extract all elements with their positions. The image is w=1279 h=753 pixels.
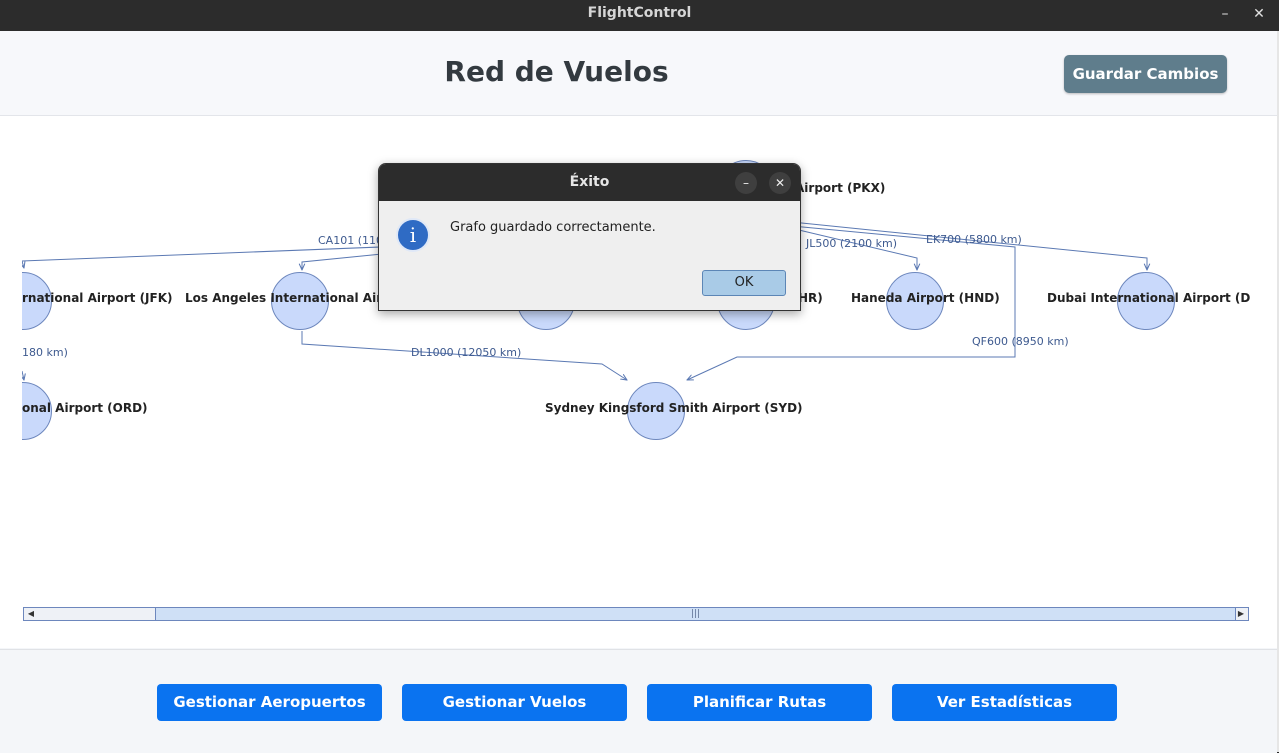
dialog-titlebar: Éxito – ✕ (379, 164, 800, 201)
node-label-lax: Los Angeles International Airport (185, 291, 411, 305)
scrollbar-thumb[interactable]: ||| (155, 608, 1236, 620)
horizontal-scrollbar[interactable]: ◀ ||| ▶ (23, 607, 1249, 621)
scroll-left-icon[interactable]: ◀ (24, 608, 38, 620)
scroll-right-icon[interactable]: ▶ (1234, 608, 1248, 620)
dialog-minimize-button[interactable]: – (735, 172, 757, 194)
edge-jfk-arrow (22, 260, 24, 268)
node-label-jfk: rnational Airport (JFK) (22, 291, 173, 305)
dialog-close-button[interactable]: ✕ (769, 172, 791, 194)
window-title: FlightControl (587, 5, 692, 21)
app-window: Red de Vuelos Guardar Cambios rnational … (0, 31, 1279, 753)
info-icon: i (396, 218, 430, 252)
edge-label-ek700: EK700 (5800 km) (926, 233, 1022, 246)
edge-label-ord: 180 km) (22, 346, 68, 359)
node-label-hnd: Haneda Airport (HND) (851, 291, 1000, 305)
manage-airports-button[interactable]: Gestionar Aeropuertos (157, 684, 382, 721)
header: Red de Vuelos Guardar Cambios (0, 31, 1277, 116)
node-label-syd: Sydney Kingsford Smith Airport (SYD) (545, 401, 803, 415)
save-changes-button[interactable]: Guardar Cambios (1064, 55, 1227, 93)
page-title: Red de Vuelos (444, 55, 669, 88)
ok-button[interactable]: OK (702, 270, 786, 296)
success-dialog: Éxito – ✕ i Grafo guardado correctamente… (378, 163, 801, 311)
view-statistics-button[interactable]: Ver Estadísticas (892, 684, 1117, 721)
edge-label-dl1000: DL1000 (12050 km) (411, 346, 522, 359)
minimize-button[interactable]: – (1215, 4, 1235, 24)
plan-routes-button[interactable]: Planificar Rutas (647, 684, 872, 721)
node-label-dxb: Dubai International Airport (DXB) (1047, 291, 1250, 305)
footer-toolbar: Gestionar Aeropuertos Gestionar Vuelos P… (0, 649, 1277, 753)
node-label-ord: onal Airport (ORD) (22, 401, 148, 415)
edge-label-qf600: QF600 (8950 km) (972, 335, 1069, 348)
close-button[interactable]: ✕ (1249, 4, 1269, 24)
edge-label-jl500: JL500 (2100 km) (806, 237, 898, 250)
node-label-lhr: HR) (798, 291, 823, 305)
dialog-message: Grafo guardado correctamente. (450, 220, 656, 235)
window-titlebar: FlightControl – ✕ (0, 0, 1279, 31)
node-label-pkx: Airport (PKX) (795, 181, 886, 195)
edge-ord-arrow (22, 370, 24, 380)
manage-flights-button[interactable]: Gestionar Vuelos (402, 684, 627, 721)
